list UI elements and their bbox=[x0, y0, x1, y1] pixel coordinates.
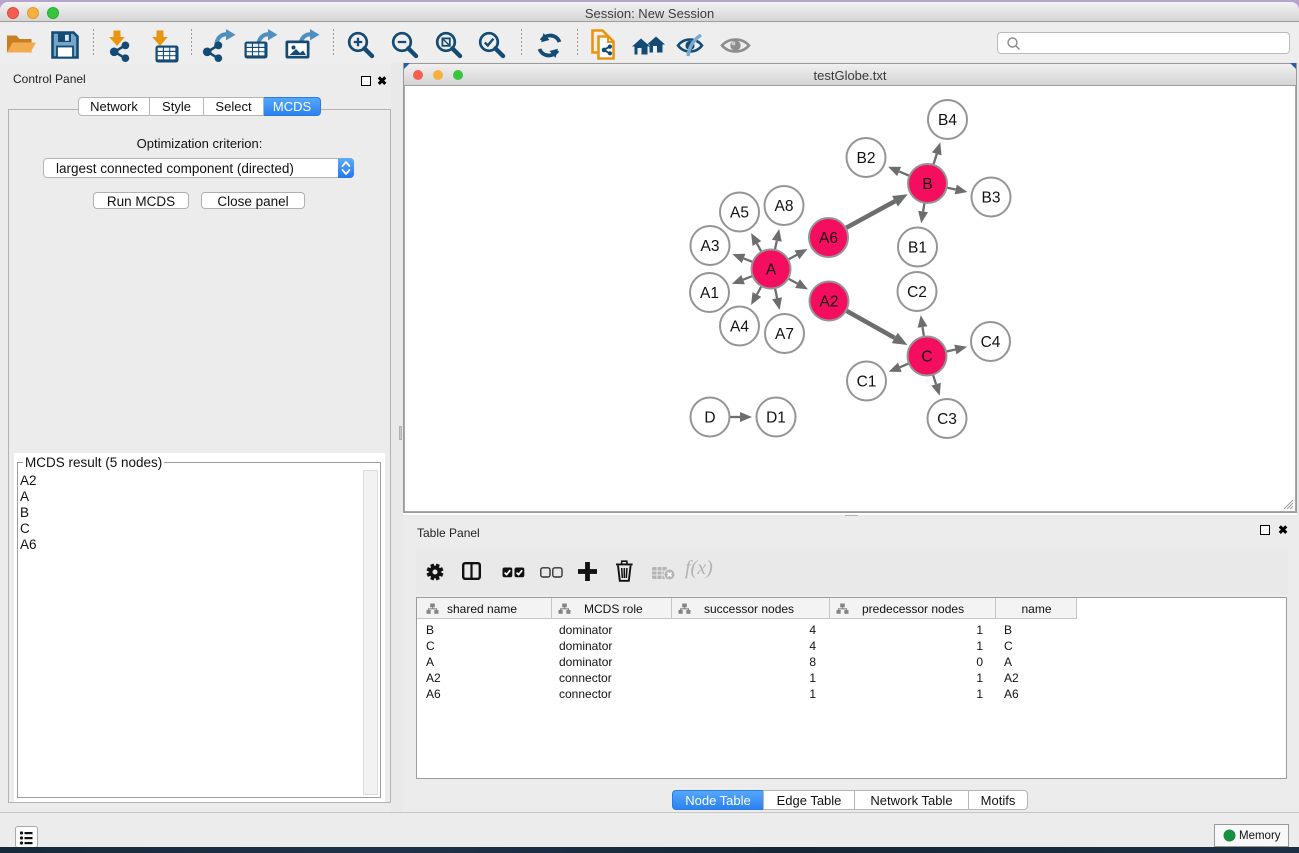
svg-text:A5: A5 bbox=[730, 205, 749, 222]
svg-text:C4: C4 bbox=[981, 334, 1001, 351]
svg-text:A4: A4 bbox=[730, 319, 749, 336]
svg-text:C2: C2 bbox=[907, 284, 927, 301]
svg-text:A3: A3 bbox=[701, 238, 720, 255]
svg-text:B4: B4 bbox=[938, 112, 957, 129]
svg-text:A6: A6 bbox=[819, 230, 838, 247]
svg-text:A2: A2 bbox=[820, 294, 839, 311]
svg-text:D1: D1 bbox=[766, 410, 786, 427]
svg-text:A1: A1 bbox=[700, 285, 719, 302]
svg-text:B: B bbox=[922, 176, 932, 193]
svg-text:C3: C3 bbox=[937, 411, 957, 428]
svg-text:A7: A7 bbox=[775, 326, 794, 343]
svg-text:C1: C1 bbox=[857, 374, 877, 391]
svg-text:B1: B1 bbox=[908, 240, 927, 257]
svg-text:C: C bbox=[921, 349, 932, 366]
svg-text:B2: B2 bbox=[857, 150, 876, 167]
svg-text:D: D bbox=[704, 410, 715, 427]
svg-text:A8: A8 bbox=[775, 198, 794, 215]
svg-text:B3: B3 bbox=[982, 190, 1001, 207]
svg-text:A: A bbox=[766, 262, 777, 279]
